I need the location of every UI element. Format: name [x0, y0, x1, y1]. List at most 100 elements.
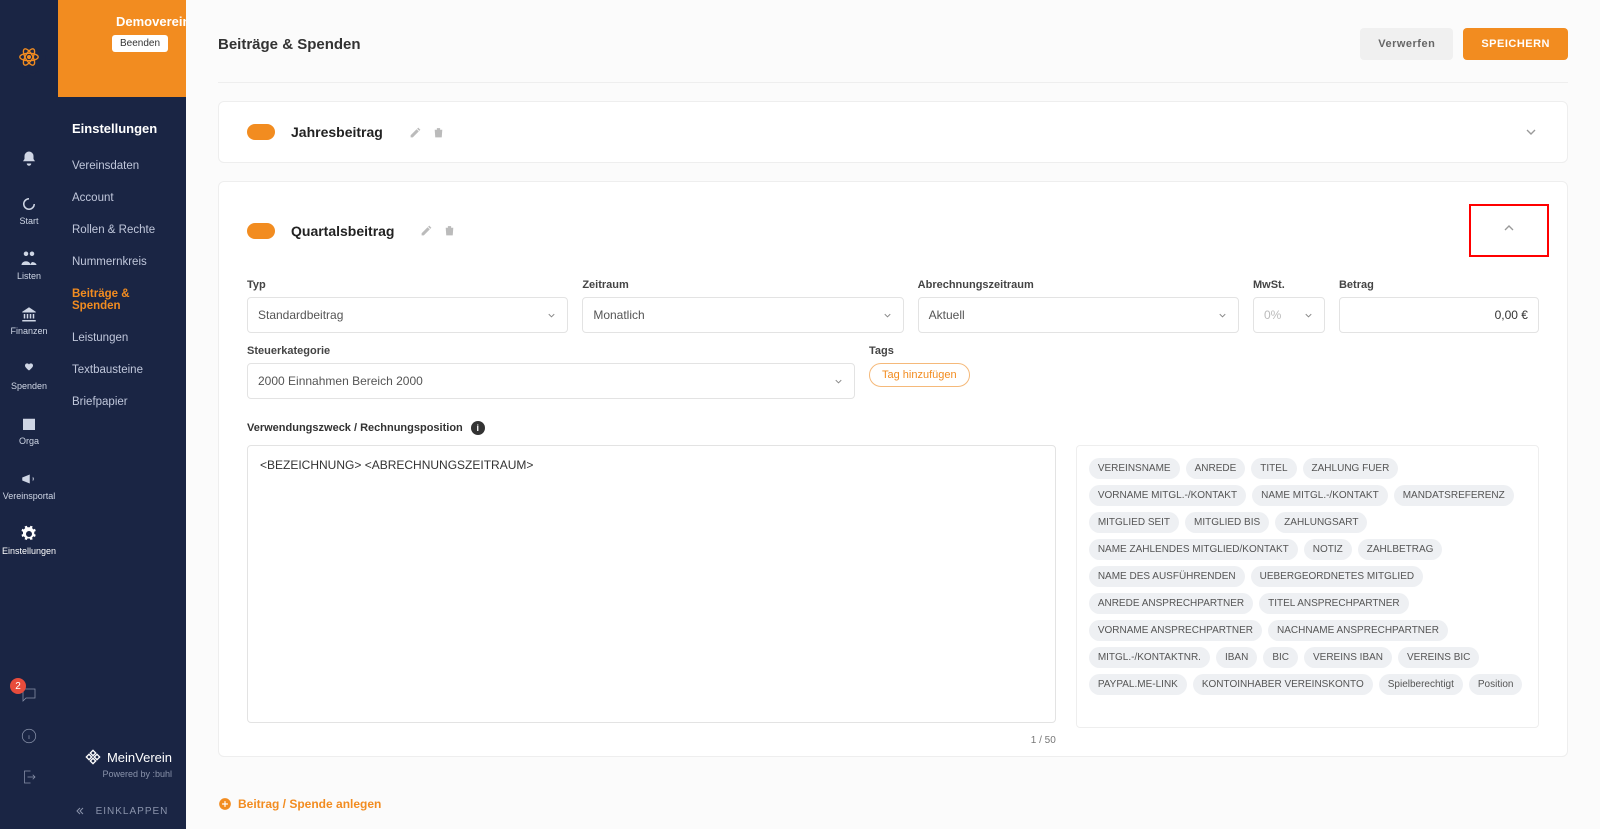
token-chip[interactable]: MANDATSREFERENZ [1394, 485, 1514, 506]
label-tags: Tags [869, 345, 1539, 357]
textarea-verwendungszweck[interactable] [247, 445, 1056, 723]
label-abrechnungszeitraum: Abrechnungszeitraum [918, 279, 1239, 291]
token-chip[interactable]: KONTOINHABER VEREINSKONTO [1193, 674, 1373, 695]
rail-spenden[interactable]: Spenden [11, 360, 47, 391]
rail-chat[interactable]: 2 [20, 686, 38, 709]
select-abrechnungszeitraum[interactable]: Aktuell [918, 297, 1239, 333]
rail-finanzen[interactable]: Finanzen [10, 305, 47, 336]
nav-rail: Start Listen Finanzen Spenden Orga Verei… [0, 0, 58, 829]
add-tag-button[interactable]: Tag hinzufügen [869, 363, 970, 387]
sidebar-section-title: Einstellungen [58, 97, 186, 150]
trash-icon[interactable] [432, 126, 445, 139]
sidebar-item-account[interactable]: Account [58, 182, 186, 214]
label-betrag: Betrag [1339, 279, 1539, 291]
toggle-jahresbeitrag[interactable] [247, 124, 275, 140]
toggle-quartalsbeitrag[interactable] [247, 223, 275, 239]
sidebar-item-briefpapier[interactable]: Briefpapier [58, 386, 186, 418]
token-chip[interactable]: TITEL [1251, 458, 1296, 479]
token-chip[interactable]: ZAHLUNGSART [1275, 512, 1367, 533]
token-chip[interactable]: NAME DES AUSFÜHRENDEN [1089, 566, 1245, 587]
megaphone-icon [20, 470, 38, 488]
sidebar-nav: Vereinsdaten Account Rollen & Rechte Num… [58, 150, 186, 418]
chevron-down-icon [833, 376, 844, 387]
sidebar-item-leistungen[interactable]: Leistungen [58, 322, 186, 354]
label-typ: Typ [247, 279, 568, 291]
token-chip[interactable]: MITGLIED BIS [1185, 512, 1269, 533]
card-title: Quartalsbeitrag [291, 223, 394, 239]
pencil-icon[interactable] [420, 224, 433, 237]
brand-block: Demoverein Beenden [58, 0, 186, 97]
token-chip[interactable]: UEBERGEORDNETES MITGLIED [1251, 566, 1423, 587]
chat-badge: 2 [10, 678, 26, 694]
rail-bottom: 2 [0, 686, 58, 829]
add-beitrag-button[interactable]: Beitrag / Spende anlegen [186, 797, 1600, 811]
card-quartalsbeitrag: Quartalsbeitrag Typ Standardbeitrag Zeit… [218, 181, 1568, 757]
divider [218, 82, 1568, 83]
sidebar-item-textbausteine[interactable]: Textbausteine [58, 354, 186, 386]
logout-icon [20, 768, 38, 786]
token-chip[interactable]: MITGLIED SEIT [1089, 512, 1179, 533]
token-chip[interactable]: NAME MITGL.-/KONTAKT [1252, 485, 1388, 506]
token-chip[interactable]: ANREDE ANSPRECHPARTNER [1089, 593, 1253, 614]
trash-icon[interactable] [443, 224, 456, 237]
token-chip[interactable]: ANREDE [1186, 458, 1246, 479]
discard-button[interactable]: Verwerfen [1360, 28, 1453, 60]
sidebar-collapse[interactable]: EINKLAPPEN [58, 793, 186, 829]
chevron-down-icon [1217, 310, 1228, 321]
exit-button[interactable]: Beenden [112, 35, 168, 52]
token-chip[interactable]: VEREINS BIC [1398, 647, 1479, 668]
token-chip[interactable]: TITEL ANSPRECHPARTNER [1259, 593, 1409, 614]
token-chip[interactable]: VEREINS IBAN [1304, 647, 1392, 668]
pencil-icon[interactable] [409, 126, 422, 139]
rail-vereinsportal[interactable]: Vereinsportal [3, 470, 56, 501]
info-icon[interactable]: i [471, 421, 485, 435]
token-chip[interactable]: MITGL.-/KONTAKTNR. [1089, 647, 1210, 668]
chevron-up-icon[interactable] [1501, 220, 1517, 236]
token-chip[interactable]: BIC [1263, 647, 1298, 668]
token-chip[interactable]: Position [1469, 674, 1523, 695]
select-zeitraum[interactable]: Monatlich [582, 297, 903, 333]
token-chip[interactable]: VORNAME MITGL.-/KONTAKT [1089, 485, 1246, 506]
token-chip[interactable]: Spielberechtigt [1379, 674, 1463, 695]
rail-listen[interactable]: Listen [17, 250, 41, 281]
label-verwendungszweck: Verwendungszweck / Rechnungsposition i [247, 421, 1539, 435]
org-name: Demoverein [116, 14, 174, 29]
token-chip[interactable]: ZAHLUNG FUER [1303, 458, 1399, 479]
sidebar-item-nummernkreis[interactable]: Nummernkreis [58, 246, 186, 278]
rail-start[interactable]: Start [19, 195, 38, 226]
rail-orga[interactable]: Orga [19, 415, 39, 446]
page-title: Beiträge & Spenden [218, 36, 361, 53]
token-chip[interactable]: NACHNAME ANSPRECHPARTNER [1268, 620, 1448, 641]
sidebar-item-vereinsdaten[interactable]: Vereinsdaten [58, 150, 186, 182]
rail-einstellungen[interactable]: Einstellungen [2, 525, 56, 556]
bell-icon [20, 150, 38, 168]
token-palette: VEREINSNAME ANREDETITEL ZAHLUNG FUER VORNAM… [1076, 445, 1539, 728]
sidebar-item-rollen[interactable]: Rollen & Rechte [58, 214, 186, 246]
token-chip[interactable]: PAYPAL.ME-LINK [1089, 674, 1187, 695]
char-count: 1 / 50 [1031, 735, 1056, 746]
label-zeitraum: Zeitraum [582, 279, 903, 291]
rail-logout[interactable] [20, 768, 38, 791]
rail-bell[interactable] [20, 150, 38, 171]
token-chip[interactable]: ZAHLBETRAG [1358, 539, 1443, 560]
sidebar-item-beitraege[interactable]: Beiträge & Spenden [58, 278, 186, 322]
token-chip[interactable]: VORNAME ANSPRECHPARTNER [1089, 620, 1262, 641]
token-chip[interactable]: NOTIZ [1304, 539, 1352, 560]
sidebar-footer: MeinVerein Powered by :buhl [58, 749, 186, 793]
chevron-left-icon [76, 805, 88, 817]
atom-icon [12, 40, 46, 74]
chevron-down-icon[interactable] [1523, 124, 1539, 140]
card-jahresbeitrag: Jahresbeitrag [218, 101, 1568, 163]
gauge-icon [20, 195, 38, 213]
select-typ[interactable]: Standardbeitrag [247, 297, 568, 333]
rail-info[interactable] [20, 727, 38, 750]
token-chip[interactable]: NAME ZAHLENDES MITGLIED/KONTAKT [1089, 539, 1298, 560]
select-mwst[interactable]: 0% [1253, 297, 1325, 333]
token-chip[interactable]: IBAN [1216, 647, 1257, 668]
bank-icon [20, 305, 38, 323]
page-header: Beiträge & Spenden Verwerfen SPEICHERN [186, 0, 1600, 82]
input-betrag[interactable]: 0,00 € [1339, 297, 1539, 333]
save-button[interactable]: SPEICHERN [1463, 28, 1568, 60]
select-steuerkategorie[interactable]: 2000 Einnahmen Bereich 2000 [247, 363, 855, 399]
token-chip[interactable]: VEREINSNAME [1089, 458, 1180, 479]
